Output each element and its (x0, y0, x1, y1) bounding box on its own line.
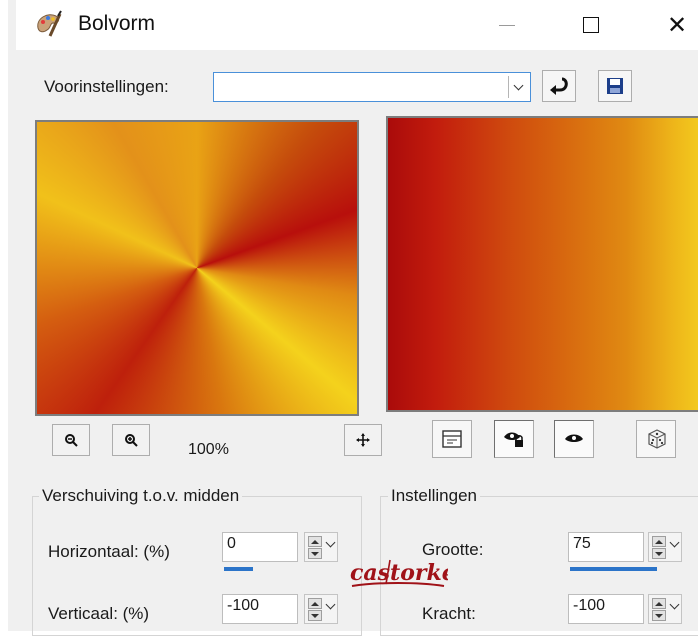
move-icon (356, 433, 370, 447)
maximize-icon (583, 17, 599, 33)
strength-value: -100 (573, 597, 606, 614)
palette-icon (37, 10, 62, 37)
maximize-button[interactable] (562, 0, 620, 50)
presets-label: Voorinstellingen: (44, 77, 169, 96)
save-preset-button[interactable] (598, 70, 632, 102)
strength-input[interactable]: -100 (568, 594, 644, 624)
vertical-spinner[interactable] (304, 594, 338, 624)
spin-up-icon[interactable] (652, 536, 666, 547)
vertical-input[interactable]: -100 (222, 594, 298, 624)
randomize-button[interactable] (636, 420, 676, 458)
chevron-down-icon[interactable] (508, 76, 527, 98)
minimize-button[interactable] (478, 0, 536, 50)
offset-group-title: Verschuiving t.o.v. midden (39, 486, 243, 506)
size-input[interactable]: 75 (568, 532, 644, 562)
horizontal-slider-fill[interactable] (224, 567, 253, 571)
horizontal-label: Horizontaal: (%) (48, 542, 170, 561)
size-slider-fill[interactable] (570, 567, 657, 571)
proof-toggle-button[interactable] (432, 420, 472, 458)
spin-down-icon[interactable] (652, 610, 666, 621)
close-icon: ✕ (666, 11, 688, 39)
close-button[interactable]: ✕ (648, 0, 698, 50)
zoom-out-icon (65, 434, 78, 447)
spin-up-icon[interactable] (652, 598, 666, 609)
chevron-down-icon[interactable] (669, 537, 680, 548)
eye-lock-icon (504, 432, 523, 447)
spin-down-icon[interactable] (308, 610, 322, 621)
horizontal-input[interactable]: 0 (222, 532, 298, 562)
zoom-in-icon (125, 434, 138, 447)
strength-label: Kracht: (422, 604, 476, 623)
zoom-out-button[interactable] (52, 424, 90, 456)
preview-window-icon (442, 430, 462, 448)
reset-preset-button[interactable] (542, 70, 576, 102)
eye-icon (565, 434, 583, 442)
zoom-in-button[interactable] (112, 424, 150, 456)
dialog-window: Bolvorm ✕ Voorinstellingen: 100% Verschu… (0, 0, 698, 636)
vertical-value: -100 (227, 597, 260, 614)
castorke-watermark-logo: castorke (350, 559, 448, 587)
zoom-level: 100% (188, 441, 229, 458)
horizontal-value: 0 (227, 535, 236, 552)
spin-down-icon[interactable] (308, 548, 322, 559)
result-preview[interactable] (386, 116, 698, 412)
show-original-button[interactable] (554, 420, 594, 458)
chevron-down-icon[interactable] (325, 537, 336, 548)
settings-group-title: Instellingen (388, 486, 481, 506)
title-bar[interactable]: Bolvorm ✕ (16, 0, 698, 50)
window-title: Bolvorm (78, 12, 156, 35)
undo-arrow-icon (550, 77, 568, 95)
dice-icon (648, 429, 666, 449)
source-preview[interactable] (35, 120, 359, 416)
horizontal-spinner[interactable] (304, 532, 338, 562)
presets-dropdown[interactable] (213, 72, 531, 102)
size-value: 75 (573, 535, 591, 552)
size-spinner[interactable] (648, 532, 682, 562)
vertical-label: Verticaal: (%) (48, 604, 150, 623)
spin-up-icon[interactable] (308, 598, 322, 609)
chevron-down-icon[interactable] (325, 599, 336, 610)
spin-down-icon[interactable] (652, 548, 666, 559)
pan-button[interactable] (344, 424, 382, 456)
spin-up-icon[interactable] (308, 536, 322, 547)
minimize-icon (499, 24, 515, 26)
strength-spinner[interactable] (648, 594, 682, 624)
save-icon (607, 78, 623, 94)
auto-proof-button[interactable] (494, 420, 534, 458)
chevron-down-icon[interactable] (669, 599, 680, 610)
